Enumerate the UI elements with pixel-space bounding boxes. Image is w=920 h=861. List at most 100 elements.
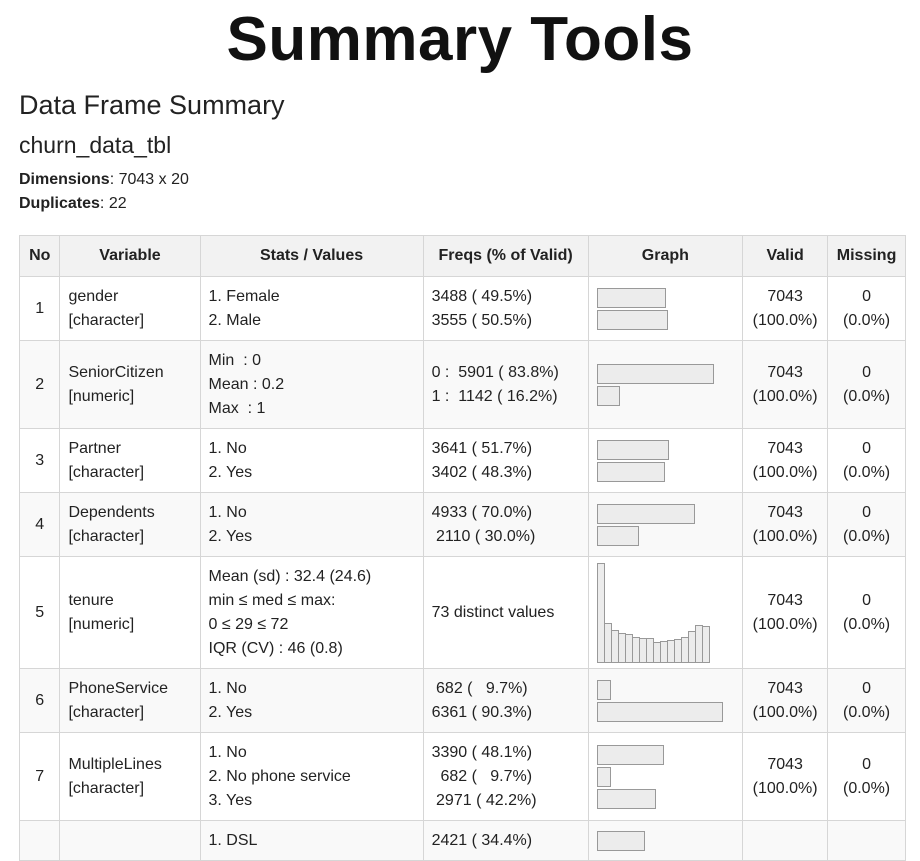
graph-cell <box>587 668 744 733</box>
missing-count: 0 <box>862 439 872 457</box>
freq-line: 3390 ( 48.1%) <box>431 743 533 761</box>
stats-line: 3. Yes <box>208 791 253 809</box>
missing-cell: 0 (0.0%) <box>827 340 906 429</box>
valid-pct: (100.0%) <box>752 387 818 405</box>
valid-cell: 7043 (100.0%) <box>742 668 829 733</box>
stats-cell: 1. No 2. Yes <box>199 668 424 733</box>
valid-pct: (100.0%) <box>752 527 818 545</box>
row-number: 5 <box>18 556 61 669</box>
dimensions-info: Dimensions: 7043 x 20 <box>19 171 189 189</box>
valid-cell: 7043 (100.0%) <box>742 556 829 669</box>
stats-line: Min : 0 <box>208 351 261 369</box>
stats-cell: 1. No 2. No phone service 3. Yes <box>199 732 424 821</box>
variable-name: MultipleLines <box>68 755 162 773</box>
col-header-valid: Valid <box>742 235 829 277</box>
valid-pct: (100.0%) <box>752 779 818 797</box>
freqs-cell: 0 : 5901 ( 83.8%) 1 : 1142 ( 16.2%) <box>422 340 589 429</box>
freq-line: 3488 ( 49.5%) <box>431 287 533 305</box>
missing-count: 0 <box>862 755 872 773</box>
valid-count: 7043 <box>767 679 803 697</box>
variable-type: [numeric] <box>68 615 135 633</box>
table-row: 6 PhoneService [character] 1. No 2. Yes 682 … <box>18 668 906 733</box>
freq-bar <box>596 287 666 308</box>
freq-line: 3641 ( 51.7%) <box>431 439 533 457</box>
variable-cell: Dependents [character] <box>59 492 201 557</box>
table-row: 1. DSL 2421 ( 34.4%) <box>18 820 906 861</box>
missing-cell: 0 (0.0%) <box>827 428 906 493</box>
stats-line: 1. No <box>208 679 247 697</box>
variable-type: [character] <box>68 463 145 481</box>
stats-line: IQR (CV) : 46 (0.8) <box>208 639 343 657</box>
table-row: 4 Dependents [character] 1. No 2. Yes 4933 ( … <box>18 492 906 557</box>
stats-line: 2. Yes <box>208 463 253 481</box>
stats-line: 1. No <box>208 743 247 761</box>
missing-pct: (0.0%) <box>843 527 891 545</box>
valid-count: 7043 <box>767 755 803 773</box>
valid-pct: (100.0%) <box>752 311 818 329</box>
col-header-graph: Graph <box>587 235 744 277</box>
table-row: 1 gender [character] 1. Female 2. Male 3488 (… <box>18 276 906 341</box>
valid-count: 7043 <box>767 363 803 381</box>
object-name: churn_data_tbl <box>19 132 172 158</box>
freqs-cell: 2421 ( 34.4%) <box>422 820 589 861</box>
variable-name: gender <box>68 287 119 305</box>
freq-bar <box>596 439 669 460</box>
missing-count: 0 <box>862 287 872 305</box>
valid-cell: 7043 (100.0%) <box>742 340 829 429</box>
stats-line: 2. Yes <box>208 527 253 545</box>
stats-cell: 1. No 2. Yes <box>199 492 424 557</box>
stats-cell: 1. DSL <box>199 820 424 861</box>
variable-cell <box>59 820 201 861</box>
valid-pct: (100.0%) <box>752 463 818 481</box>
valid-count: 7043 <box>767 503 803 521</box>
stats-line: Mean (sd) : 32.4 (24.6) <box>208 567 372 585</box>
stats-line: 1. Female <box>208 287 280 305</box>
variable-cell: gender [character] <box>59 276 201 341</box>
stats-line: min ≤ med ≤ max: <box>208 591 336 609</box>
variable-type: [character] <box>68 703 145 721</box>
graph-cell <box>587 276 744 341</box>
graph-cell <box>587 340 744 429</box>
row-number: 1 <box>18 276 61 341</box>
variable-cell: PhoneService [character] <box>59 668 201 733</box>
variable-type: [character] <box>68 779 145 797</box>
freq-line: 2110 ( 30.0%) <box>431 527 536 545</box>
valid-count: 7043 <box>767 439 803 457</box>
page: Summary Tools Data Frame Summary churn_d… <box>0 0 920 861</box>
variable-name: tenure <box>68 591 114 609</box>
stats-line: 2. No phone service <box>208 767 351 785</box>
freq-bar <box>596 766 611 787</box>
valid-cell: 7043 (100.0%) <box>742 492 829 557</box>
table-row: 2 SeniorCitizen [numeric] Min : 0 Mean : 0.2… <box>18 340 906 429</box>
freq-line: 682 ( 9.7%) <box>431 679 528 697</box>
table-row: 3 Partner [character] 1. No 2. Yes 3641 ( 51.… <box>18 428 906 493</box>
variable-name: Dependents <box>68 503 155 521</box>
stats-cell: 1. Female 2. Male <box>199 276 424 341</box>
variable-cell: SeniorCitizen [numeric] <box>59 340 201 429</box>
freqs-cell: 3390 ( 48.1%) 682 ( 9.7%) 2971 ( 42.2%) <box>422 732 589 821</box>
variable-cell: tenure [numeric] <box>59 556 201 669</box>
freq-line: 3402 ( 48.3%) <box>431 463 533 481</box>
stats-line: 2. Male <box>208 311 261 329</box>
freq-bar <box>596 525 639 546</box>
freq-line: 3555 ( 50.5%) <box>431 311 533 329</box>
missing-cell: 0 (0.0%) <box>827 668 906 733</box>
freqs-cell: 3488 ( 49.5%) 3555 ( 50.5%) <box>422 276 589 341</box>
duplicates-label: Duplicates <box>19 195 100 212</box>
valid-count: 7043 <box>767 591 803 609</box>
variable-name: Partner <box>68 439 121 457</box>
missing-pct: (0.0%) <box>843 463 891 481</box>
freqs-cell: 4933 ( 70.0%) 2110 ( 30.0%) <box>422 492 589 557</box>
missing-pct: (0.0%) <box>843 703 891 721</box>
missing-cell: 0 (0.0%) <box>827 732 906 821</box>
freq-line: 2421 ( 34.4%) <box>431 831 533 849</box>
freq-line: 1 : 1142 ( 16.2%) <box>431 387 558 405</box>
stats-line: 1. No <box>208 503 247 521</box>
valid-cell: 7043 (100.0%) <box>742 428 829 493</box>
row-number: 4 <box>18 492 61 557</box>
dimensions-value: : 7043 x 20 <box>109 171 189 188</box>
variable-cell: Partner [character] <box>59 428 201 493</box>
freqs-cell: 3641 ( 51.7%) 3402 ( 48.3%) <box>422 428 589 493</box>
row-number: 2 <box>18 340 61 429</box>
duplicates-value: : 22 <box>99 195 127 212</box>
